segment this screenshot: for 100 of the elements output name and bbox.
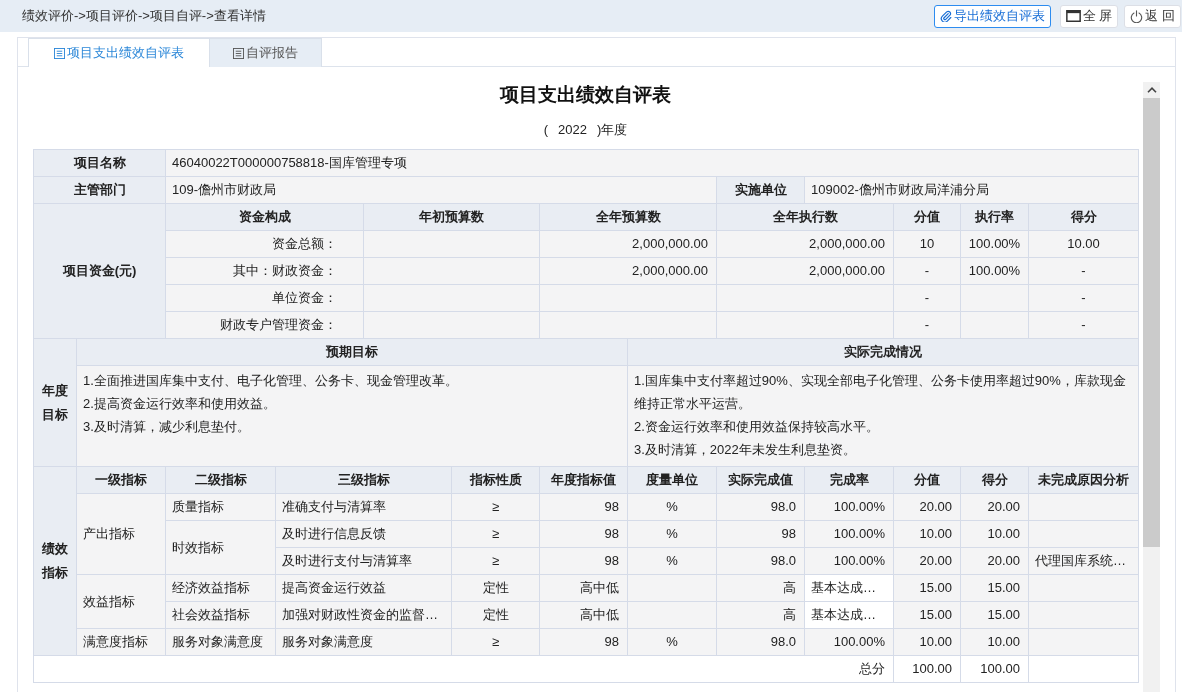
back-button[interactable]: 返 回 [1124, 4, 1181, 28]
table-cell: 定性 [451, 601, 540, 629]
table-cell: 98 [539, 547, 628, 575]
caret-up-icon [1146, 87, 1157, 93]
column-header: 度量单位 [627, 466, 717, 494]
total-label: 总分 [33, 655, 894, 683]
table-cell: 98.0 [716, 547, 805, 575]
column-header: 二级指标 [165, 466, 276, 494]
goal-item: 3.及时清算，减少利息垫付。 [83, 418, 251, 436]
fullscreen-button[interactable]: 全 屏 [1059, 4, 1119, 28]
table-cell: 加强对财政性资金的监督… [275, 601, 452, 629]
table-cell: 2,000,000.00 [716, 230, 894, 258]
table-cell: 定性 [451, 574, 540, 602]
table-cell: 98 [539, 520, 628, 548]
tab[interactable]: 项目支出绩效自评表 [28, 38, 210, 67]
row-header: 主管部门 [33, 176, 166, 204]
table-cell: 10.00 [960, 628, 1029, 656]
column-header: 实际完成值 [716, 466, 805, 494]
table-cell: 109002-儋州市财政局洋浦分局 [804, 176, 1139, 204]
table-cell: % [627, 547, 717, 575]
table-cell: 100.00% [804, 628, 894, 656]
table-cell: 高中低 [539, 574, 628, 602]
table-cell: ≥ [451, 628, 540, 656]
power-icon [1130, 9, 1144, 23]
column-header: 实际完成情况 [627, 338, 1139, 366]
table-cell: 20.00 [893, 547, 961, 575]
table-cell: 及时进行支付与清算率 [275, 547, 452, 575]
table-cell: 100.00% [960, 230, 1029, 258]
goal-item: 3.及时清算，2022年未发生利息垫资。 [634, 441, 857, 459]
table-cell: 质量指标 [165, 493, 276, 521]
table-cell: 2,000,000.00 [539, 230, 717, 258]
table-cell: 经济效益指标 [165, 574, 276, 602]
column-header: 预期目标 [76, 338, 628, 366]
breadcrumb: 绩效评价->项目评价->项目自评->查看详情 [22, 7, 266, 25]
row-header: 年度目标 [33, 338, 77, 467]
column-header: 全年预算数 [539, 203, 717, 231]
window-icon [1065, 10, 1081, 22]
table-cell: 其中：财政资金： [165, 257, 364, 285]
table-cell: 109-儋州市财政局 [165, 176, 717, 204]
table-cell: % [627, 493, 717, 521]
table-cell: 服务对象满意度 [275, 628, 452, 656]
goal-item: 1.全面推进国库集中支付、电子化管理、公务卡、现金管理改革。 [83, 372, 459, 390]
column-header: 年度指标值 [539, 466, 628, 494]
table-cell: 满意度指标 [76, 628, 166, 656]
tab[interactable]: 自评报告 [210, 38, 322, 67]
column-header: 分值 [893, 203, 961, 231]
row-header: 项目名称 [33, 149, 166, 177]
column-header: 未完成原因分析 [1028, 466, 1139, 494]
table-cell: 100.00% [804, 520, 894, 548]
document-icon [233, 47, 244, 59]
table-cell: 100.00% [960, 257, 1029, 285]
scrollbar-thumb[interactable] [1143, 98, 1160, 547]
table-cell: 15.00 [893, 601, 961, 629]
column-header: 全年执行数 [716, 203, 894, 231]
table-cell: 98 [539, 493, 628, 521]
row-header: 实施单位 [716, 176, 805, 204]
table-cell: 100.00% [804, 493, 894, 521]
column-header: 三级指标 [275, 466, 452, 494]
table-cell: 时效指标 [165, 520, 276, 575]
table-cell: 效益指标 [76, 574, 166, 629]
column-header: 得分 [1028, 203, 1139, 231]
table-cell: 基本达成… [804, 601, 894, 629]
table-cell: 10 [893, 230, 961, 258]
table-cell: 及时进行信息反馈 [275, 520, 452, 548]
column-header: 资金构成 [165, 203, 364, 231]
table-cell: 资金总额： [165, 230, 364, 258]
table-cell: 单位资金： [165, 284, 364, 312]
table-cell: 10.00 [893, 628, 961, 656]
table-cell: ≥ [451, 493, 540, 521]
year-line: ( 2022 )年度 [543, 122, 628, 138]
table-cell: % [627, 628, 717, 656]
table-cell: 100.00 [960, 655, 1029, 683]
column-header: 完成率 [804, 466, 894, 494]
table-cell: 98.0 [716, 628, 805, 656]
table-cell: 10.00 [893, 520, 961, 548]
table-cell: 高中低 [539, 601, 628, 629]
export-button[interactable]: 导出绩效自评表 [933, 4, 1051, 28]
table-cell: 20.00 [960, 493, 1029, 521]
table-cell: - [893, 311, 961, 339]
table-cell: 财政专户管理资金： [165, 311, 364, 339]
table-cell: 高 [716, 601, 805, 629]
table-cell: ≥ [451, 520, 540, 548]
goal-item: 1.国库集中支付率超过90%、实现全部电子化管理、公务卡使用率超过90%，库款现金维持正常水平运营。 [634, 372, 1127, 413]
table-cell: 98.0 [716, 493, 805, 521]
column-header: 指标性质 [451, 466, 540, 494]
table-cell [960, 284, 1029, 312]
column-header: 年初预算数 [363, 203, 540, 231]
goal-item: 2.资金运行效率和使用效益保持较高水平。 [634, 418, 880, 436]
table-cell: 98 [716, 520, 805, 548]
table-cell [960, 311, 1029, 339]
table-cell: 98 [539, 628, 628, 656]
table-cell: 代理国库系统… [1028, 547, 1139, 575]
table-cell: 20.00 [893, 493, 961, 521]
table-cell: 社会效益指标 [165, 601, 276, 629]
table-cell: 产出指标 [76, 493, 166, 575]
table-cell: 准确支付与清算率 [275, 493, 452, 521]
table-cell: - [893, 257, 961, 285]
table-cell: ≥ [451, 547, 540, 575]
column-header: 分值 [893, 466, 961, 494]
table-cell: % [627, 520, 717, 548]
